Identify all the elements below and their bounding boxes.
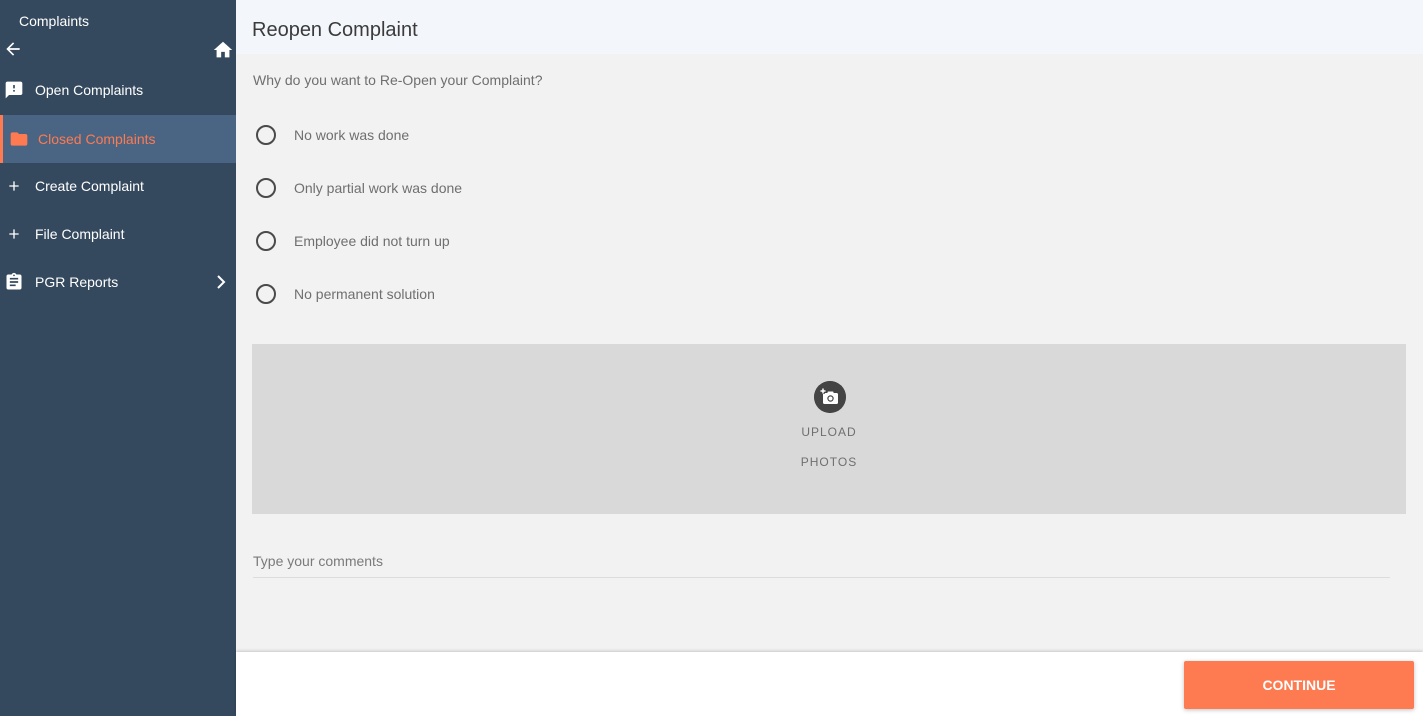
sidebar-item-create-complaint[interactable]: Create Complaint <box>0 162 236 210</box>
sidebar-title: Complaints <box>19 13 90 29</box>
feedback-icon <box>5 81 23 99</box>
upload-label-line1: UPLOAD <box>801 425 857 439</box>
main-content: Reopen Complaint Why do you want to Re-O… <box>236 0 1423 652</box>
reason-option-employee-absent[interactable]: Employee did not turn up <box>256 229 450 253</box>
comments-input[interactable] <box>253 544 1390 578</box>
plus-icon <box>9 181 19 191</box>
plus-icon <box>9 229 19 239</box>
clipboard-icon <box>6 272 22 290</box>
chevron-right-icon <box>217 275 226 289</box>
page-header: Reopen Complaint <box>236 0 1423 54</box>
radio-label: Only partial work was done <box>294 180 463 196</box>
sidebar-item-label: Open Complaints <box>35 82 144 98</box>
sidebar-item-label: Create Complaint <box>35 178 144 194</box>
sidebar-item-closed-complaints[interactable]: Closed Complaints <box>0 115 236 163</box>
reopen-question: Why do you want to Re-Open your Complain… <box>253 72 543 88</box>
back-arrow-icon[interactable] <box>3 39 23 59</box>
reason-option-partial-work[interactable]: Only partial work was done <box>256 176 462 200</box>
continue-button[interactable]: CONTINUE <box>1184 661 1414 709</box>
radio-label: No permanent solution <box>294 286 435 302</box>
reason-option-no-permanent-solution[interactable]: No permanent solution <box>256 282 435 306</box>
sidebar: Complaints Open Complaints Closed Compla… <box>0 0 236 716</box>
radio-button[interactable] <box>256 178 276 198</box>
radio-label: No work was done <box>294 127 410 143</box>
radio-button[interactable] <box>256 125 276 145</box>
sidebar-item-file-complaint[interactable]: File Complaint <box>0 210 236 258</box>
sidebar-item-label: Closed Complaints <box>38 131 156 147</box>
home-icon[interactable] <box>212 39 234 61</box>
upload-label-line2: PHOTOS <box>800 455 858 469</box>
footer-bar: CONTINUE <box>236 652 1423 716</box>
add-photo-icon[interactable] <box>814 381 846 413</box>
reason-option-no-work[interactable]: No work was done <box>256 123 409 147</box>
page-title: Reopen Complaint <box>252 19 418 41</box>
radio-label: Employee did not turn up <box>294 233 450 249</box>
sidebar-item-pgr-reports[interactable]: PGR Reports <box>0 258 236 306</box>
radio-button[interactable] <box>256 284 276 304</box>
sidebar-item-label: File Complaint <box>35 226 125 242</box>
upload-photos-area[interactable]: UPLOAD PHOTOS <box>252 344 1406 514</box>
sidebar-item-label: PGR Reports <box>35 274 119 290</box>
radio-button[interactable] <box>256 231 276 251</box>
sidebar-item-open-complaints[interactable]: Open Complaints <box>0 66 236 114</box>
folder-icon <box>10 132 28 146</box>
